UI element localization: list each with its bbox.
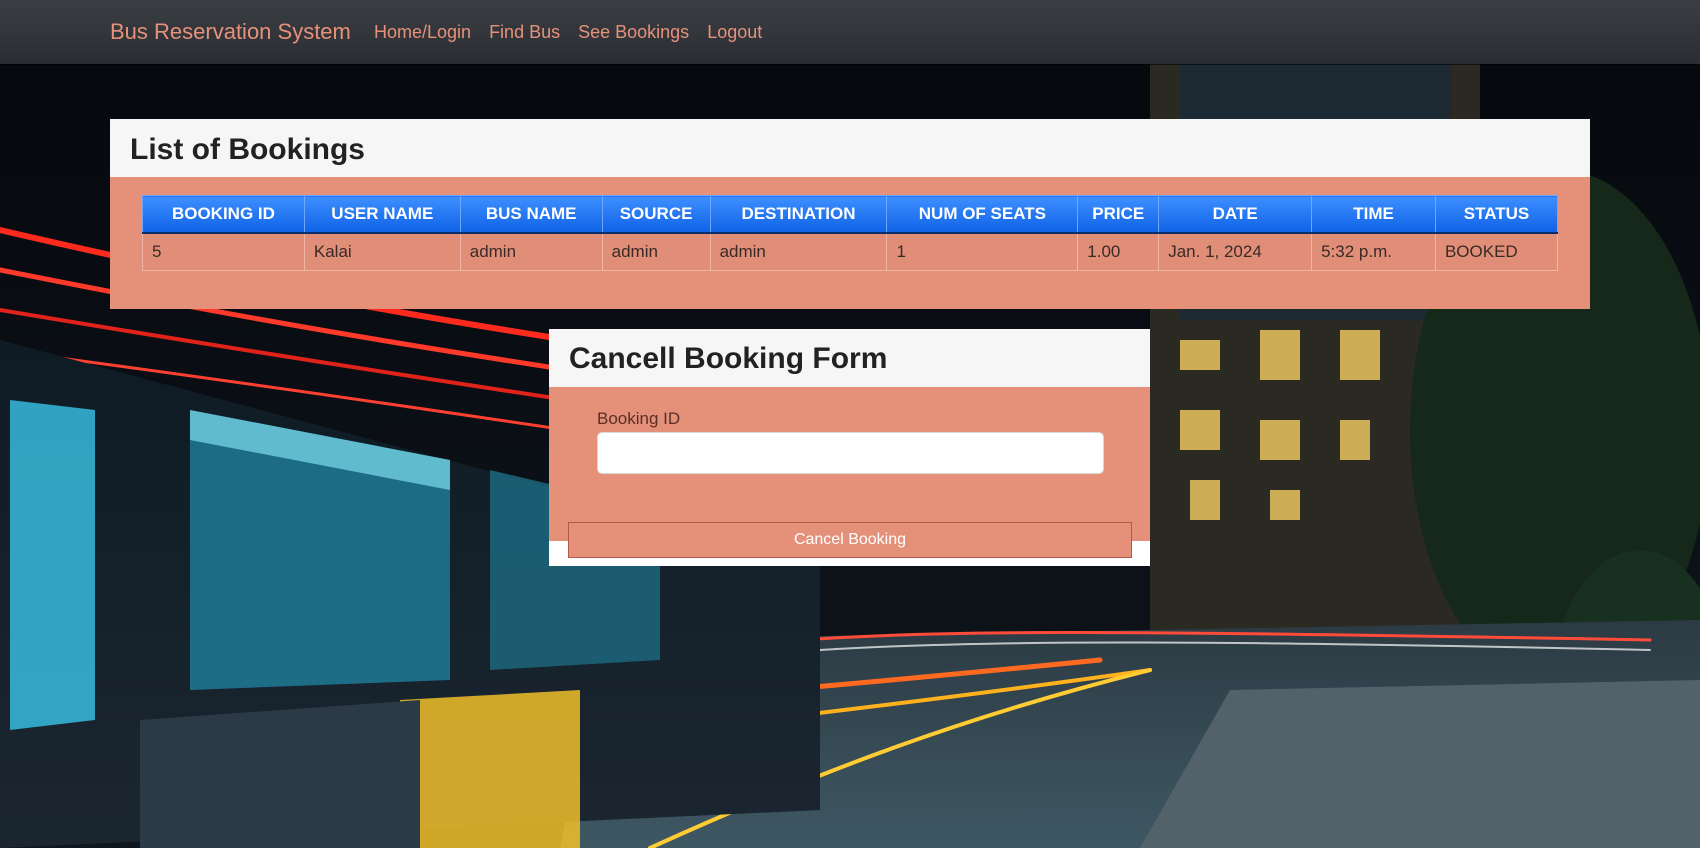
cell-bus-name: admin xyxy=(459,232,603,271)
column-header-source: SOURCE xyxy=(601,195,711,234)
cell-user-name: Kalai xyxy=(303,232,461,271)
cancel-form-body: Booking ID xyxy=(549,387,1150,541)
cell-status: BOOKED xyxy=(1434,232,1559,271)
cell-time: 5:32 p.m. xyxy=(1311,232,1436,271)
brand-link[interactable]: Bus Reservation System xyxy=(110,19,351,45)
top-navbar: Bus Reservation System Home/Login Find B… xyxy=(0,0,1700,64)
cell-date: Jan. 1, 2024 xyxy=(1158,232,1313,271)
column-header-bus-name: BUS NAME xyxy=(459,195,603,234)
column-header-destination: DESTINATION xyxy=(709,195,888,234)
column-header-booking-id: BOOKING ID xyxy=(142,195,305,234)
bookings-table: BOOKING ID USER NAME BUS NAME SOURCE DES… xyxy=(142,195,1559,271)
table-header-row: BOOKING ID USER NAME BUS NAME SOURCE DES… xyxy=(142,195,1559,234)
nav-link-logout[interactable]: Logout xyxy=(707,22,762,43)
bookings-table-wrapper: BOOKING ID USER NAME BUS NAME SOURCE DES… xyxy=(142,195,1559,271)
cancel-form-title: Cancell Booking Form xyxy=(549,329,1150,387)
column-header-num-of-seats: NUM OF SEATS xyxy=(886,195,1079,234)
bookings-panel: List of Bookings BOOKING ID USER NAME BU… xyxy=(110,119,1590,309)
column-header-status: STATUS xyxy=(1434,195,1559,234)
cancel-booking-button[interactable]: Cancel Booking xyxy=(568,522,1132,558)
cell-source: admin xyxy=(601,232,711,271)
column-header-user-name: USER NAME xyxy=(303,195,461,234)
booking-id-input[interactable] xyxy=(597,432,1104,474)
bookings-title: List of Bookings xyxy=(110,119,1590,177)
nav-link-find-bus[interactable]: Find Bus xyxy=(489,22,560,43)
column-header-price: PRICE xyxy=(1077,195,1160,234)
nav-links: Home/Login Find Bus See Bookings Logout xyxy=(374,22,762,43)
column-header-time: TIME xyxy=(1311,195,1436,234)
booking-id-label: Booking ID xyxy=(597,409,681,428)
column-header-date: DATE xyxy=(1158,195,1313,234)
cell-destination: admin xyxy=(709,232,888,271)
cancel-booking-panel: Cancell Booking Form Booking ID Cancel B… xyxy=(549,329,1150,566)
nav-link-see-bookings[interactable]: See Bookings xyxy=(578,22,689,43)
nav-link-home-login[interactable]: Home/Login xyxy=(374,22,471,43)
cell-booking-id: 5 xyxy=(142,232,305,271)
cell-num-of-seats: 1 xyxy=(886,232,1079,271)
cell-price: 1.00 xyxy=(1077,232,1160,271)
table-row: 5 Kalai admin admin admin 1 1.00 Jan. 1,… xyxy=(142,232,1559,271)
